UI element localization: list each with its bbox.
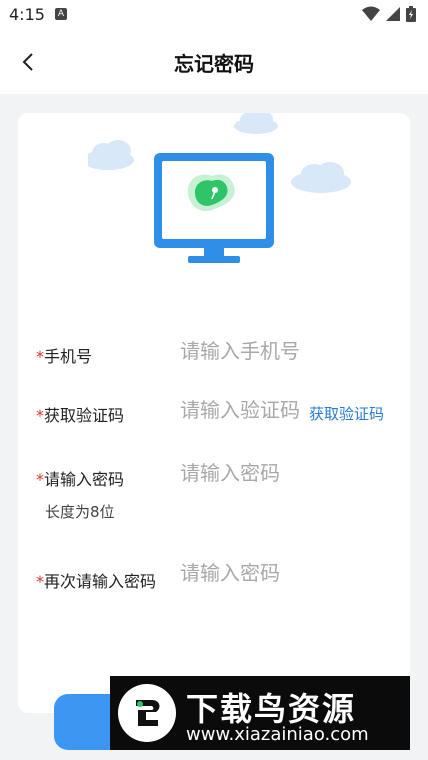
password-hint: 长度为8位 (45, 503, 115, 521)
get-code-button[interactable]: 获取验证码 (309, 403, 384, 424)
required-mark: * (36, 572, 44, 591)
status-icons (362, 6, 416, 22)
confirm-password-input[interactable] (180, 561, 380, 585)
page-title: 忘记密码 (174, 52, 254, 76)
signal-icon (386, 7, 400, 21)
password-input[interactable] (180, 461, 380, 485)
confirm-label: *再次请输入密码 (36, 568, 156, 592)
monitor-illustration (88, 113, 351, 263)
password-label-text: 请输入密码 (44, 470, 125, 489)
status-time: 4:15 (9, 5, 45, 24)
watermark-url: www.xiazainiao.com (186, 724, 369, 745)
bird-logo-icon (118, 684, 176, 742)
form-card: *手机号 *获取验证码 获取验证码 *请输入密码 长度为8位 *再次请输入密码 (18, 113, 410, 713)
wifi-icon (362, 6, 380, 21)
phone-input[interactable] (180, 339, 380, 363)
battery-icon (406, 6, 416, 22)
code-input[interactable] (180, 398, 302, 422)
app-bar: 忘记密码 (0, 30, 428, 94)
password-label: *请输入密码 (36, 466, 124, 490)
required-mark: * (36, 406, 44, 425)
status-bar: 4:15 A (0, 0, 428, 30)
phone-label: *手机号 (36, 343, 92, 367)
required-mark: * (36, 470, 44, 489)
confirm-label-text: 再次请输入密码 (44, 572, 157, 591)
code-label: *获取验证码 (36, 402, 124, 426)
cloud-icon (291, 162, 351, 193)
watermark-banner: 下载鸟资源 www.xiazainiao.com (110, 676, 410, 750)
notification-a-icon: A (55, 8, 67, 20)
phone-label-text: 手机号 (44, 347, 93, 366)
code-label-text: 获取验证码 (44, 406, 125, 425)
cloud-icon (88, 140, 134, 170)
cloud-icon (234, 113, 278, 134)
required-mark: * (36, 347, 44, 366)
